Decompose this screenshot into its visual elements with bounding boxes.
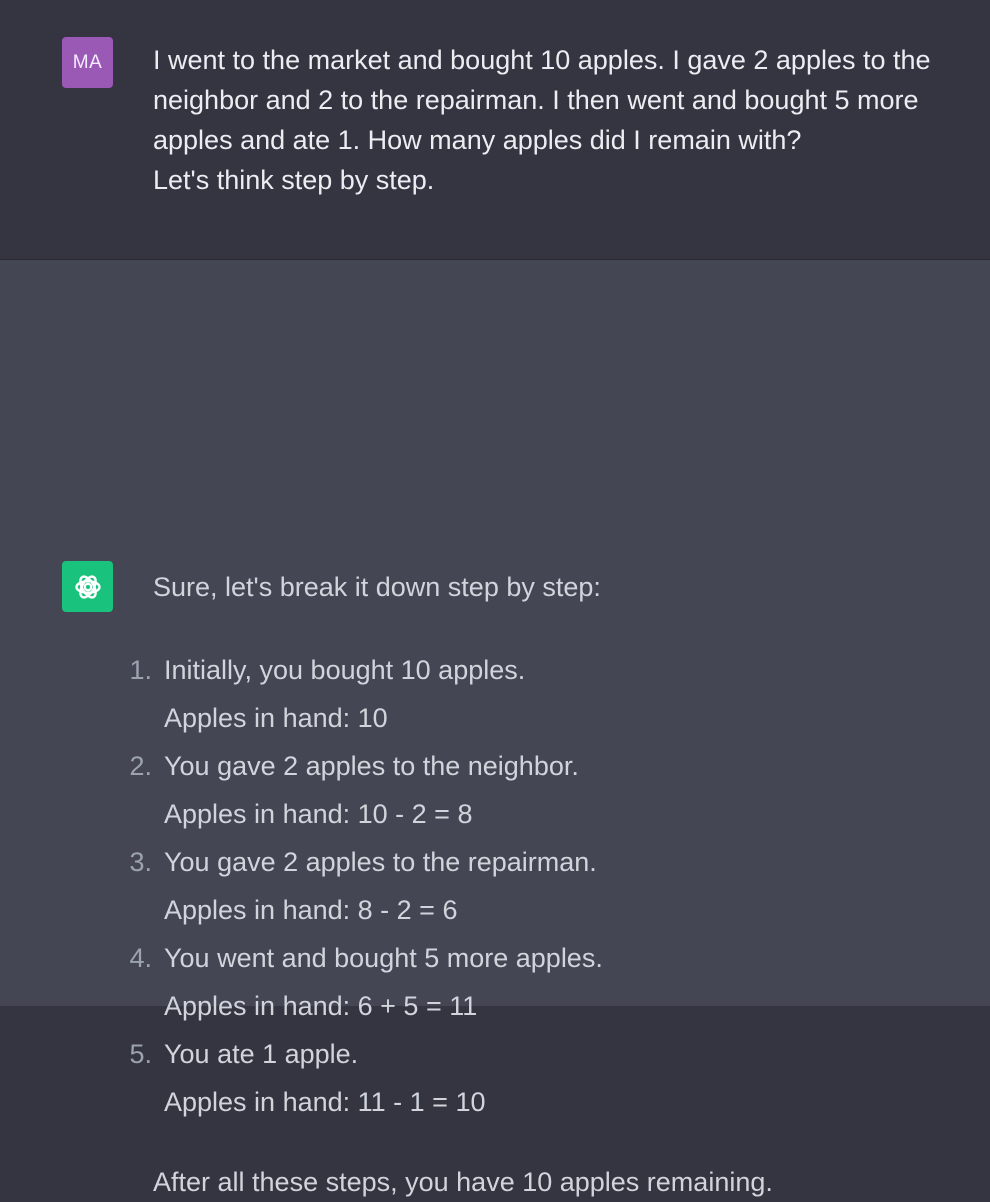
step-item: 2. You gave 2 apples to the neighbor. Ap… [120, 746, 940, 842]
step-detail: Apples in hand: 6 + 5 = 11 [164, 991, 478, 1021]
step-detail: Apples in hand: 10 [164, 703, 388, 733]
step-text: You ate 1 apple. [164, 1039, 359, 1069]
user-avatar-initials: MA [72, 51, 103, 73]
step-number: 3. [129, 847, 152, 877]
step-detail: Apples in hand: 8 - 2 = 6 [164, 895, 458, 925]
step-number: 1. [129, 655, 152, 685]
user-avatar: MA [62, 37, 113, 88]
step-item: 4. You went and bought 5 more apples. Ap… [120, 938, 940, 1034]
step-item: 3. You gave 2 apples to the repairman. A… [120, 842, 940, 938]
step-detail: Apples in hand: 11 - 1 = 10 [164, 1087, 486, 1117]
step-detail: Apples in hand: 10 - 2 = 8 [164, 799, 473, 829]
user-message: MA I went to the market and bought 10 ap… [0, 0, 990, 259]
assistant-message: Sure, let's break it down step by step: … [0, 260, 990, 1197]
assistant-intro-text: Sure, let's break it down step by step: [153, 572, 601, 602]
user-message-text: I went to the market and bought 10 apple… [153, 45, 931, 195]
step-number: 2. [129, 751, 152, 781]
steps-list: 1. Initially, you bought 10 apples. Appl… [120, 650, 940, 1130]
chat-thread: MA I went to the market and bought 10 ap… [0, 0, 990, 1197]
step-text: You went and bought 5 more apples. [164, 943, 603, 973]
step-text: Initially, you bought 10 apples. [164, 655, 526, 685]
openai-logo-icon [62, 561, 113, 612]
step-number: 5. [129, 1039, 152, 1069]
step-item: 5. You ate 1 apple. Apples in hand: 11 -… [120, 1034, 940, 1130]
assistant-outro-text: After all these steps, you have 10 apple… [153, 1167, 773, 1197]
step-item: 1. Initially, you bought 10 apples. Appl… [120, 650, 940, 746]
step-number: 4. [129, 943, 152, 973]
step-text: You gave 2 apples to the repairman. [164, 847, 597, 877]
step-text: You gave 2 apples to the neighbor. [164, 751, 579, 781]
